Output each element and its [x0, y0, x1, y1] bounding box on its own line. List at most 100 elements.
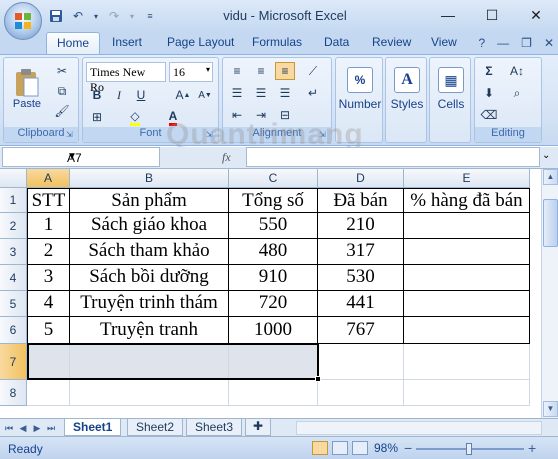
zoom-slider[interactable] — [416, 443, 524, 455]
select-all-corner[interactable] — [0, 169, 27, 188]
find-select-icon[interactable]: ⌕ — [507, 84, 527, 102]
table-cell[interactable]: 3 — [27, 265, 70, 291]
name-box[interactable]: A7 ▼ — [2, 147, 160, 167]
zoom-in-icon[interactable]: + — [528, 440, 536, 456]
row-header-2[interactable]: 2 — [0, 213, 27, 239]
row-header-7[interactable]: 7 — [0, 344, 27, 380]
insert-sheet-icon[interactable]: ✚ — [245, 419, 271, 436]
help-icon[interactable]: ? — [478, 36, 485, 50]
table-cell[interactable]: 480 — [229, 239, 318, 265]
minimize-workbook-icon[interactable]: — — [497, 36, 509, 50]
table-cell[interactable] — [404, 291, 530, 317]
header-cell[interactable]: % hàng đã bán — [404, 188, 530, 213]
empty-cell[interactable] — [404, 380, 530, 406]
table-cell[interactable]: 767 — [318, 317, 404, 344]
row-header-5[interactable]: 5 — [0, 291, 27, 317]
sheet-tab-sheet1[interactable]: Sheet1 — [64, 419, 122, 436]
italic-icon[interactable]: I — [109, 86, 129, 104]
column-header-d[interactable]: D — [318, 169, 404, 188]
horizontal-scrollbar[interactable] — [296, 421, 542, 435]
copy-icon[interactable]: ⧉ — [52, 82, 72, 100]
table-cell[interactable]: 4 — [27, 291, 70, 317]
header-cell[interactable]: Sản phẩm — [70, 188, 229, 213]
styles-button[interactable]: A Styles — [386, 62, 428, 116]
paste-button[interactable]: Paste — [8, 60, 46, 118]
column-header-e[interactable]: E — [404, 169, 530, 188]
table-cell[interactable]: 1000 — [229, 317, 318, 344]
table-cell[interactable]: 720 — [229, 291, 318, 317]
format-painter-icon[interactable]: 🖌 — [52, 102, 72, 120]
align-left-icon[interactable]: ☰ — [227, 84, 247, 102]
zoom-level[interactable]: 98% — [374, 441, 398, 455]
tab-view[interactable]: View — [431, 35, 457, 49]
redo-dropdown-icon[interactable]: ▾ — [128, 8, 136, 24]
table-cell[interactable]: 5 — [27, 317, 70, 344]
last-sheet-icon[interactable]: ⏭ — [44, 421, 58, 435]
table-cell[interactable]: Sách giáo khoa — [70, 213, 229, 239]
empty-cell[interactable] — [70, 344, 229, 380]
grow-font-icon[interactable]: A ▲ — [173, 86, 193, 104]
underline-icon[interactable]: U — [131, 86, 151, 104]
tab-home[interactable]: Home — [46, 32, 101, 55]
table-cell[interactable]: 910 — [229, 265, 318, 291]
clear-icon[interactable]: ⌫ — [479, 106, 499, 124]
header-cell[interactable]: Đã bán — [318, 188, 404, 213]
insert-function-icon[interactable]: fx — [222, 150, 231, 165]
undo-icon[interactable]: ↶ — [70, 8, 86, 24]
prev-sheet-icon[interactable]: ◀ — [16, 421, 30, 435]
tab-insert[interactable]: Insert — [112, 35, 142, 49]
row-header-4[interactable]: 4 — [0, 265, 27, 291]
empty-cell[interactable] — [318, 380, 404, 406]
empty-cell[interactable] — [404, 344, 530, 380]
table-cell[interactable]: 1 — [27, 213, 70, 239]
font-size-box[interactable]: 16 ▾ — [169, 62, 213, 82]
column-header-c[interactable]: C — [229, 169, 318, 188]
autosum-icon[interactable]: Σ — [479, 62, 499, 80]
table-cell[interactable] — [404, 265, 530, 291]
normal-view-icon[interactable] — [312, 441, 328, 455]
row-header-1[interactable]: 1 — [0, 188, 27, 213]
column-header-a[interactable]: A — [27, 169, 70, 188]
tab-data[interactable]: Data — [324, 35, 349, 49]
align-center-icon[interactable]: ☰ — [251, 84, 271, 102]
close-workbook-icon[interactable]: ✕ — [544, 36, 554, 50]
vertical-scrollbar[interactable]: ▲ ▼ — [541, 169, 558, 418]
font-family-box[interactable]: Times New Ro — [86, 62, 166, 94]
column-header-b[interactable]: B — [70, 169, 229, 188]
row-header-3[interactable]: 3 — [0, 239, 27, 265]
bold-icon[interactable]: B — [87, 86, 107, 104]
table-cell[interactable]: Truyện trinh thám — [70, 291, 229, 317]
save-icon[interactable] — [48, 8, 64, 24]
row-header-8[interactable]: 8 — [0, 380, 27, 406]
number-button[interactable]: % Number — [338, 62, 382, 116]
next-sheet-icon[interactable]: ▶ — [30, 421, 44, 435]
tab-page-layout[interactable]: Page Layout — [167, 35, 234, 49]
expand-formula-bar-icon[interactable]: ⌄ — [542, 150, 550, 161]
tab-formulas[interactable]: Formulas — [252, 35, 302, 49]
empty-cell[interactable] — [318, 344, 404, 380]
sheet-tab-sheet3[interactable]: Sheet3 — [186, 419, 243, 436]
cells-button[interactable]: ▦ Cells — [430, 62, 472, 116]
empty-cell[interactable] — [229, 344, 318, 380]
zoom-out-icon[interactable]: − — [404, 440, 412, 456]
wrap-text-icon[interactable]: ↵ — [303, 84, 323, 102]
fill-icon[interactable]: ⬇ — [479, 84, 499, 102]
maximize-button[interactable]: ☐ — [470, 0, 514, 30]
table-cell[interactable] — [404, 317, 530, 344]
redo-icon[interactable]: ↷ — [106, 8, 122, 24]
align-right-icon[interactable]: ☰ — [275, 84, 295, 102]
sort-filter-icon[interactable]: A↕ — [507, 62, 527, 80]
header-cell[interactable]: Tổng số — [229, 188, 318, 213]
first-sheet-icon[interactable]: ⏮ — [2, 421, 16, 435]
align-top-icon[interactable]: ≡ — [227, 62, 247, 80]
tab-review[interactable]: Review — [372, 35, 411, 49]
close-button[interactable]: ✕ — [514, 0, 558, 30]
fill-color-icon[interactable]: ◇ — [125, 108, 145, 126]
empty-cell[interactable] — [27, 380, 70, 406]
orientation-icon[interactable]: ⟋ — [303, 62, 323, 80]
customize-icon[interactable]: ≡ — [142, 8, 158, 24]
table-cell[interactable]: 530 — [318, 265, 404, 291]
office-button[interactable] — [4, 2, 42, 40]
align-middle-icon[interactable]: ≡ — [251, 62, 271, 80]
font-size-dropdown-icon[interactable]: ▾ — [206, 65, 210, 74]
